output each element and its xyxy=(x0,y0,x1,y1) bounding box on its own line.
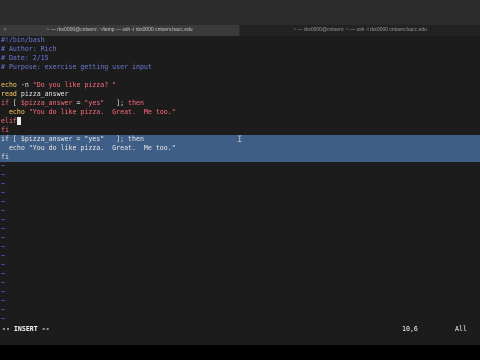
code-token: ~ xyxy=(1,198,5,206)
ibeam-cursor-icon: I xyxy=(237,135,243,145)
code-line[interactable]: # Author: Rich xyxy=(0,45,480,54)
empty-line-marker[interactable]: ~ xyxy=(0,252,480,261)
code-token: echo "You do like pizza. Great. Me too." xyxy=(1,144,176,152)
tab-title: ~ — rbx0000@cntserv: ~ — ssh -l rbx0000 … xyxy=(293,27,427,33)
empty-line-marker[interactable]: ~ xyxy=(0,243,480,252)
empty-line-marker[interactable]: ~ xyxy=(0,225,480,234)
code-token: ~ xyxy=(1,234,5,242)
tab-bar: ✕ ~ — rbx0000@cntserv: ~/temp — ssh -l r… xyxy=(0,0,480,36)
empty-line-marker[interactable]: ~ xyxy=(0,279,480,288)
code-token: fi xyxy=(1,153,9,161)
empty-line-marker[interactable]: ~ xyxy=(0,234,480,243)
code-token: #!/bin/bash xyxy=(1,36,45,44)
code-token: ~ xyxy=(1,261,5,269)
code-token: = xyxy=(72,99,85,107)
tab-temp-session[interactable]: ✕ ~ — rbx0000@cntserv: ~/temp — ssh -l r… xyxy=(0,25,239,36)
code-line[interactable]: # Purpose: exercise getting user input xyxy=(0,63,480,72)
code-token: ~ xyxy=(1,216,5,224)
empty-line-marker[interactable]: ~ xyxy=(0,162,480,171)
empty-line-marker[interactable]: ~ xyxy=(0,189,480,198)
code-token: -n xyxy=(16,81,33,89)
code-line[interactable]: read pizza_answer xyxy=(0,90,480,99)
code-line[interactable]: fi xyxy=(0,126,480,135)
code-line[interactable]: if [ $pizza_answer = "yes" ]; then xyxy=(0,99,480,108)
code-token: fi xyxy=(1,126,9,134)
text-cursor xyxy=(16,117,21,125)
close-icon[interactable]: ✕ xyxy=(3,25,7,36)
code-token: "Do you like pizza? " xyxy=(32,81,117,89)
code-token: if [ $pizza_answer = "yes" ]; then xyxy=(1,135,144,143)
code-token: ~ xyxy=(1,270,5,278)
code-token: ~ xyxy=(1,315,5,323)
code-token: ~ xyxy=(1,297,5,305)
code-line[interactable]: echo "You do like pizza. Great. Me too." xyxy=(0,144,480,153)
code-line[interactable] xyxy=(0,72,480,81)
empty-line-marker[interactable]: ~ xyxy=(0,297,480,306)
code-token: ~ xyxy=(1,171,5,179)
code-token: ~ xyxy=(1,207,5,215)
empty-line-marker[interactable]: ~ xyxy=(0,198,480,207)
code-token: ~ xyxy=(1,189,5,197)
terminal-window: ✕ ~ — rbx0000@cntserv: ~/temp — ssh -l r… xyxy=(0,0,480,345)
tab-home-session[interactable]: ~ — rbx0000@cntserv: ~ — ssh -l rbx0000 … xyxy=(240,25,480,36)
code-token: ~ xyxy=(1,252,5,260)
code-line[interactable]: echo -n "Do you like pizza? " xyxy=(0,81,480,90)
code-token: pizza_answer xyxy=(16,90,69,98)
vim-status-line: -- INSERT -- 10,6 All xyxy=(0,323,480,335)
code-token: ~ xyxy=(1,243,5,251)
code-token: # Date: 2/15 xyxy=(1,54,49,62)
empty-line-marker[interactable]: ~ xyxy=(0,171,480,180)
code-line[interactable]: #!/bin/bash xyxy=(0,36,480,45)
cursor-position: 10,6 xyxy=(402,325,418,333)
code-line[interactable]: echo "You do like pizza. Great. Me too." xyxy=(0,108,480,117)
code-token: if xyxy=(1,99,9,107)
code-token: # Author: Rich xyxy=(1,45,57,53)
letterbox-bar xyxy=(0,345,480,360)
code-token: then xyxy=(128,99,144,107)
scroll-position: All xyxy=(455,325,467,333)
code-token: ~ xyxy=(1,225,5,233)
code-token: echo xyxy=(1,108,25,116)
tab-title: ~ — rbx0000@cntserv: ~/temp — ssh -l rbx… xyxy=(46,27,193,33)
code-token: ~ xyxy=(1,279,5,287)
code-token: # Purpose: exercise getting user input xyxy=(1,63,152,71)
code-token: ]; xyxy=(104,99,129,107)
code-token: ~ xyxy=(1,162,5,170)
empty-line-marker[interactable]: ~ xyxy=(0,288,480,297)
code-token: "yes" xyxy=(84,99,105,107)
vim-editor[interactable]: #!/bin/bash # Author: Rich # Date: 2/15 # P… xyxy=(0,36,480,324)
mode-indicator: -- INSERT -- xyxy=(2,325,50,333)
code-line[interactable]: # Date: 2/15 xyxy=(0,54,480,63)
code-line[interactable]: elif xyxy=(0,117,480,126)
code-token: ~ xyxy=(1,180,5,188)
code-token: $pizza_answer xyxy=(20,99,73,107)
empty-line-marker[interactable]: ~ xyxy=(0,270,480,279)
code-token: read xyxy=(1,90,17,98)
code-token: echo xyxy=(1,81,17,89)
empty-line-marker[interactable]: ~ xyxy=(0,207,480,216)
code-token: ~ xyxy=(1,288,5,296)
code-token: elif xyxy=(1,117,17,125)
code-token: [ xyxy=(8,99,21,107)
empty-line-marker[interactable]: ~ xyxy=(0,306,480,315)
empty-line-marker[interactable]: ~ xyxy=(0,216,480,225)
empty-line-marker[interactable]: ~ xyxy=(0,261,480,270)
code-line[interactable]: fi xyxy=(0,153,480,162)
empty-line-marker[interactable]: ~ xyxy=(0,180,480,189)
code-token: ~ xyxy=(1,306,5,314)
code-token: "You do like pizza. Great. Me too." xyxy=(28,108,176,116)
